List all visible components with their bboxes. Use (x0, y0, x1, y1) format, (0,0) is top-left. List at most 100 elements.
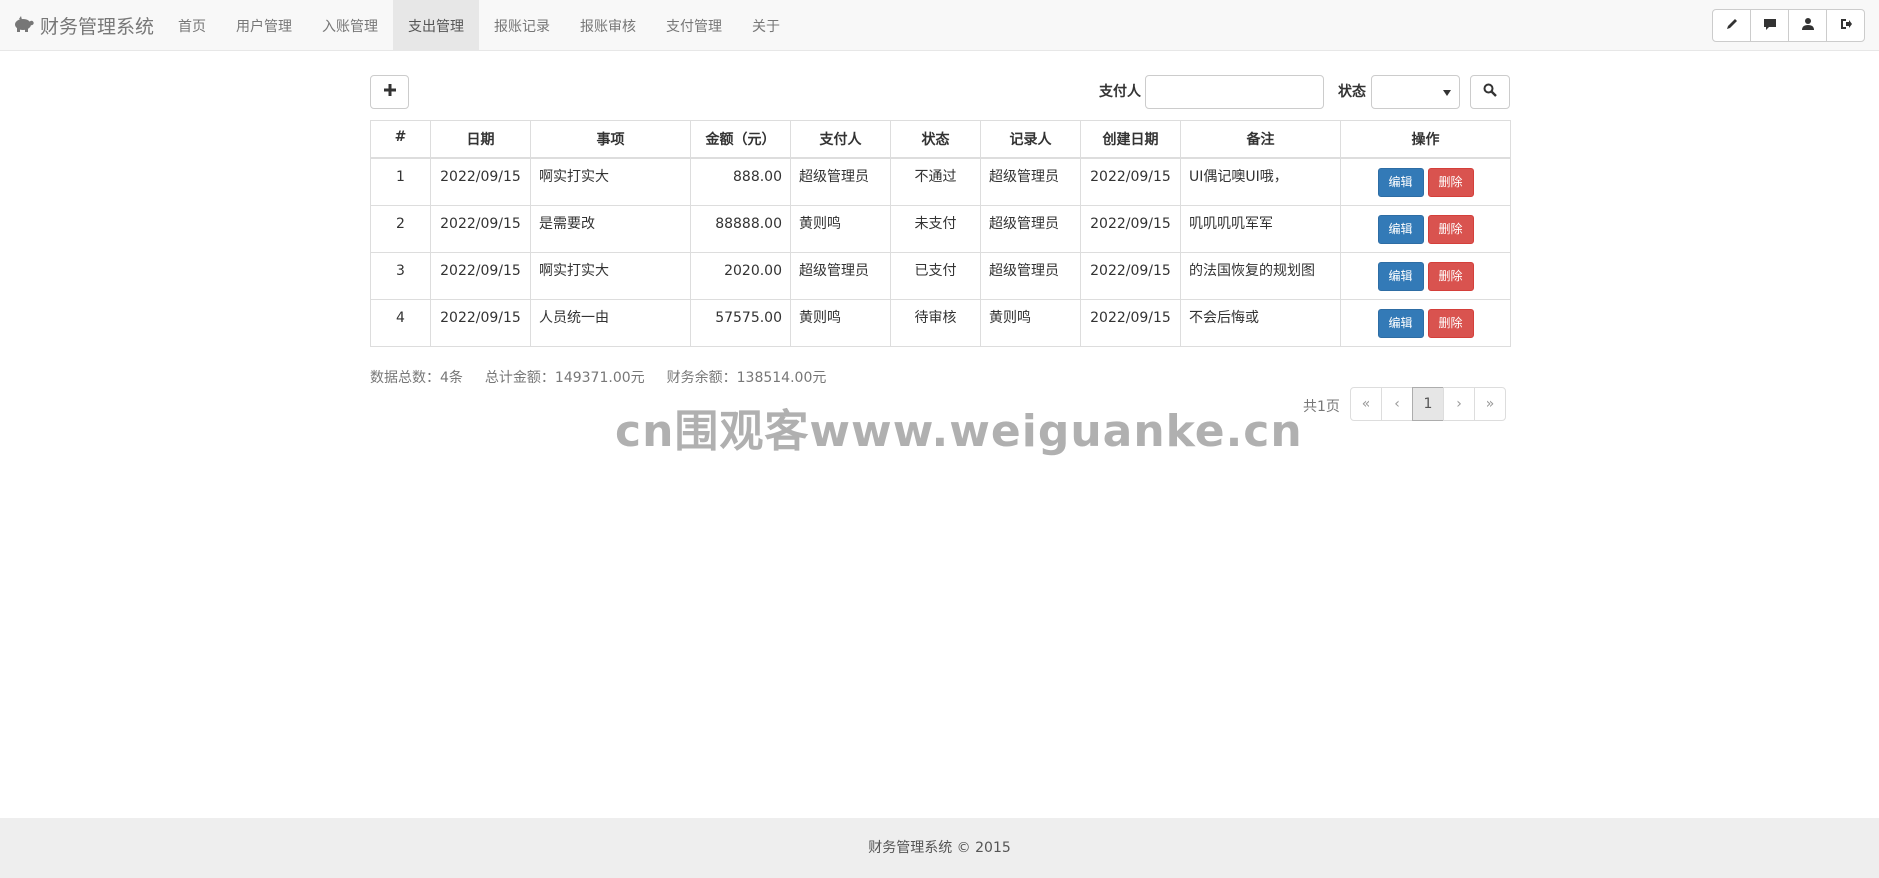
cell-index: 4 (370, 299, 431, 347)
cell-status: 不通过 (890, 157, 981, 206)
cell-payer: 超级管理员 (790, 157, 891, 206)
brand-title: 财务管理系统 (40, 16, 155, 38)
next-page-button[interactable]: › (1443, 387, 1475, 421)
cell-payer: 黄则鸣 (790, 299, 891, 347)
edit-profile-button[interactable] (1712, 9, 1751, 42)
cell-status: 已支付 (890, 252, 981, 300)
table-row: 3 2022/09/15 啊实打实大 2020.00 超级管理员 已支付 超级管… (370, 252, 1511, 300)
cell-date: 2022/09/15 (430, 157, 531, 206)
cell-actions: 编辑 删除 (1340, 205, 1511, 253)
nav-item-expense-management[interactable]: 支出管理 (393, 0, 479, 51)
footer: 财务管理系统 © 2015 (0, 818, 1879, 878)
nav-item-income-management[interactable]: 入账管理 (307, 0, 393, 51)
main-nav: 首页 用户管理 入账管理 支出管理 报账记录 报账审核 支付管理 关于 (163, 0, 795, 51)
cell-recorder: 黄则鸣 (980, 299, 1081, 347)
cell-index: 2 (370, 205, 431, 253)
user-button[interactable] (1788, 9, 1827, 42)
total-amount: 总计金额：149371.00元 (484, 370, 645, 386)
table-row: 1 2022/09/15 啊实打实大 888.00 超级管理员 不通过 超级管理… (370, 157, 1511, 206)
expense-table: # 日期 事项 金额（元） 支付人 状态 记录人 创建日期 备注 操作 1 20… (370, 120, 1511, 347)
pagination: « ‹ 1 › » (1350, 387, 1506, 421)
toolbar: 支付人 状态 (370, 51, 1510, 121)
logout-button[interactable] (1826, 9, 1865, 42)
cell-item: 啊实打实大 (530, 252, 691, 300)
add-expense-button[interactable] (370, 75, 409, 109)
cell-recorder: 超级管理员 (980, 157, 1081, 206)
cell-note: 不会后悔或 (1180, 299, 1341, 347)
piggy-bank-icon (12, 15, 34, 37)
cell-index: 3 (370, 252, 431, 300)
edit-button[interactable]: 编辑 (1377, 309, 1424, 338)
column-header-date: 日期 (430, 120, 531, 159)
cell-amount: 2020.00 (690, 252, 791, 300)
cell-actions: 编辑 删除 (1340, 299, 1511, 347)
nav-item-about[interactable]: 关于 (737, 0, 795, 51)
cell-item: 人员统一由 (530, 299, 691, 347)
messages-button[interactable] (1750, 9, 1789, 42)
table-row: 4 2022/09/15 人员统一由 57575.00 黄则鸣 待审核 黄则鸣 … (370, 299, 1511, 347)
edit-button[interactable]: 编辑 (1377, 262, 1424, 291)
nav-item-reimbursement-records[interactable]: 报账记录 (479, 0, 565, 51)
cell-recorder: 超级管理员 (980, 205, 1081, 253)
cell-created-date: 2022/09/15 (1080, 252, 1181, 300)
summary-bar: 数据总数：4条 总计金额：149371.00元 财务余额：138514.00元 (370, 367, 826, 387)
cell-date: 2022/09/15 (430, 205, 531, 253)
delete-button[interactable]: 删除 (1427, 309, 1474, 338)
page-button-current[interactable]: 1 (1412, 387, 1444, 421)
delete-button[interactable]: 删除 (1427, 262, 1474, 291)
cell-created-date: 2022/09/15 (1080, 157, 1181, 206)
comment-icon (1763, 17, 1777, 35)
status-label: 状态 (1338, 84, 1366, 100)
edit-button[interactable]: 编辑 (1377, 168, 1424, 197)
cell-created-date: 2022/09/15 (1080, 299, 1181, 347)
cell-index: 1 (370, 157, 431, 206)
pencil-icon (1725, 17, 1739, 35)
nav-item-payment-management[interactable]: 支付管理 (651, 0, 737, 51)
brand[interactable]: 财务管理系统 (12, 0, 154, 51)
column-header-actions: 操作 (1340, 120, 1511, 159)
last-page-button[interactable]: » (1474, 387, 1506, 421)
cell-payer: 黄则鸣 (790, 205, 891, 253)
column-header-payer: 支付人 (790, 120, 891, 159)
cell-status: 未支付 (890, 205, 981, 253)
table-header-row: # 日期 事项 金额（元） 支付人 状态 记录人 创建日期 备注 操作 (370, 120, 1511, 159)
payer-search-input[interactable] (1145, 75, 1324, 109)
column-header-note: 备注 (1180, 120, 1341, 159)
search-button[interactable] (1470, 75, 1510, 109)
caret-down-icon (1443, 90, 1451, 96)
edit-button[interactable]: 编辑 (1377, 215, 1424, 244)
first-page-button[interactable]: « (1350, 387, 1382, 421)
cell-item: 是需要改 (530, 205, 691, 253)
nav-item-home[interactable]: 首页 (163, 0, 221, 51)
column-header-amount: 金额（元） (690, 120, 791, 159)
status-select[interactable] (1371, 75, 1460, 109)
prev-page-button[interactable]: ‹ (1381, 387, 1413, 421)
cell-item: 啊实打实大 (530, 157, 691, 206)
main-content: 支付人 状态 # 日期 事项 金额（元） 支付人 状态 记录人 创建日期 备注 … (370, 51, 1511, 421)
column-header-index: # (370, 120, 431, 159)
cell-note: UI偶记噢UI哦， (1180, 157, 1341, 206)
cell-actions: 编辑 删除 (1340, 157, 1511, 206)
delete-button[interactable]: 删除 (1427, 215, 1474, 244)
cell-date: 2022/09/15 (430, 299, 531, 347)
navbar: 财务管理系统 首页 用户管理 入账管理 支出管理 报账记录 报账审核 支付管理 … (0, 0, 1879, 51)
cell-amount: 888.00 (690, 157, 791, 206)
cell-amount: 57575.00 (690, 299, 791, 347)
column-header-recorder: 记录人 (980, 120, 1081, 159)
cell-payer: 超级管理员 (790, 252, 891, 300)
payer-label: 支付人 (1099, 84, 1141, 100)
cell-actions: 编辑 删除 (1340, 252, 1511, 300)
watermark: cn围观客www.weiguanke.cn (615, 406, 1303, 457)
plus-icon (383, 83, 397, 101)
nav-item-reimbursement-review[interactable]: 报账审核 (565, 0, 651, 51)
cell-amount: 88888.00 (690, 205, 791, 253)
delete-button[interactable]: 删除 (1427, 168, 1474, 197)
cell-note: 的法国恢复的规划图 (1180, 252, 1341, 300)
logout-icon (1839, 17, 1853, 35)
cell-status: 待审核 (890, 299, 981, 347)
finance-balance: 财务余额：138514.00元 (666, 370, 827, 386)
page-count: 共1页 (1303, 399, 1340, 415)
cell-recorder: 超级管理员 (980, 252, 1081, 300)
nav-item-user-management[interactable]: 用户管理 (221, 0, 307, 51)
user-toolbar (1712, 9, 1865, 42)
